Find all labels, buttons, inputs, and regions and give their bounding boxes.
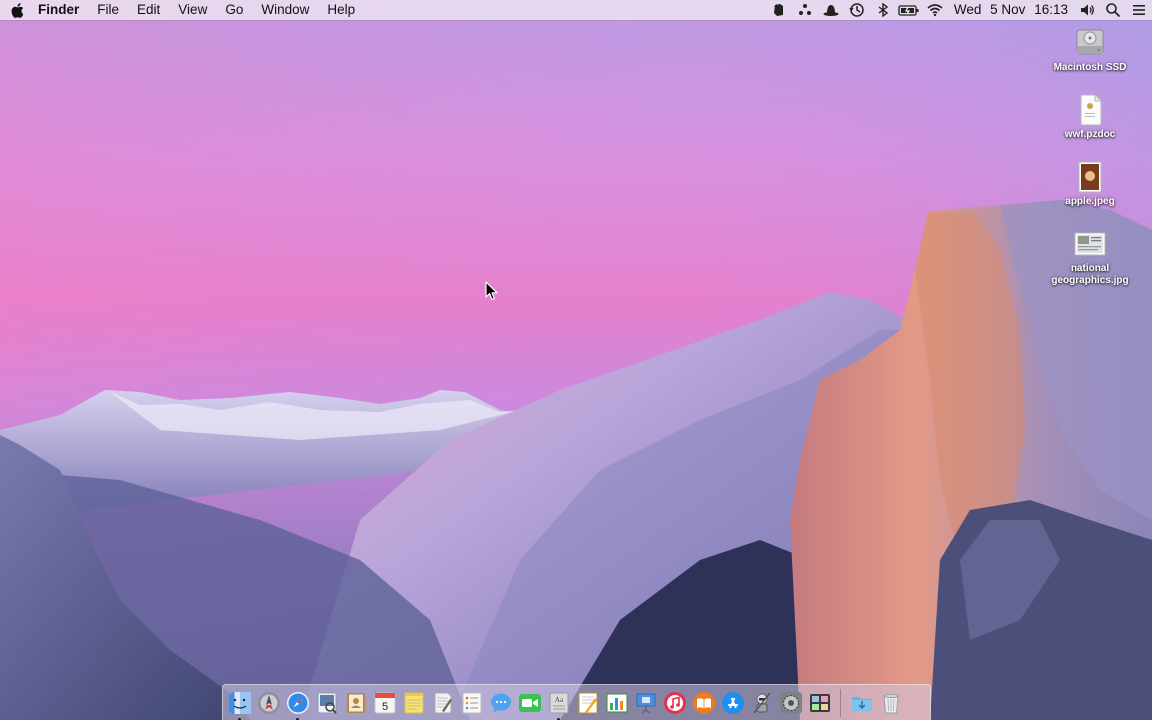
menu-bar-clock[interactable]: Wed 5 Nov 16:13 [948,0,1074,20]
numbers-icon [606,693,627,712]
dock-downloads-stack[interactable] [847,688,876,718]
svg-text:5: 5 [381,701,387,713]
dock-itunes[interactable] [660,688,689,718]
evernote-icon[interactable] [766,0,792,20]
dock-safari[interactable] [283,688,312,720]
dock-finder[interactable] [225,688,254,720]
safari-icon [286,691,309,714]
image-file-icon [1073,160,1107,194]
mouse-cursor-icon [485,281,498,301]
clock-time: 16:13 [1034,2,1068,17]
dock-photo-booth[interactable] [805,688,834,718]
menu-edit[interactable]: Edit [128,0,169,20]
bluetooth-icon[interactable] [870,0,896,20]
system-preferences-icon [779,691,802,714]
desktop-icon-label: Macintosh SSD [1053,62,1127,73]
document-icon [1073,93,1107,127]
desktop-icon-macintosh-ssd[interactable]: Macintosh SSD [1044,26,1136,74]
dictionary-icon: Aa [549,692,568,713]
itunes-icon [663,691,686,714]
menu-file[interactable]: File [88,0,128,20]
automator-icon [752,692,771,713]
dock-messages[interactable] [486,688,515,718]
notes-icon [404,692,423,713]
svg-text:Aa: Aa [554,696,563,704]
dots-icon[interactable] [792,0,818,20]
menu-window[interactable]: Window [252,0,318,20]
finder-icon [228,691,251,714]
spotlight-search-icon[interactable] [1100,0,1126,20]
calendar-icon: 5 [374,692,395,713]
wifi-icon[interactable] [922,0,948,20]
desktop-icon-apple-jpeg[interactable]: apple.jpeg [1044,160,1136,208]
dock-system-preferences[interactable] [776,688,805,718]
facetime-icon [518,693,541,712]
menu-bar-left: Finder File Edit View Go Window Help [0,0,364,20]
dock-app-store[interactable] [718,688,747,718]
dock-reminders[interactable] [457,688,486,718]
battery-icon[interactable] [896,0,922,20]
dock-textedit[interactable] [428,688,457,718]
apple-logo-icon[interactable] [0,0,34,20]
trash-icon [882,693,899,713]
dock-pages[interactable] [573,688,602,718]
menu-app-finder[interactable]: Finder [34,0,88,20]
dock-automator[interactable] [747,688,776,718]
desktop-wallpaper [0,0,1152,720]
dock-separator [840,688,841,717]
desktop-icon-label: national geographics.jpg [1051,263,1129,286]
preview-icon [317,692,337,714]
contacts-icon [346,692,365,713]
clock-date: 5 Nov [990,2,1026,17]
pages-icon [578,692,597,713]
launchpad-icon [257,691,280,714]
menu-bar-right: Wed 5 Nov 16:13 [766,0,1152,20]
messages-icon [490,693,511,713]
keynote-icon [636,693,655,714]
dock-facetime[interactable] [515,688,544,718]
dock-ibooks[interactable] [689,688,718,718]
dock-dictionary[interactable]: Aa [544,688,573,720]
desktop-icon-label: apple.jpeg [1065,196,1115,207]
textedit-icon [434,692,452,713]
volume-icon[interactable] [1074,0,1100,20]
photo-booth-icon [809,693,830,712]
dock-calendar[interactable]: 5 [370,688,399,718]
hat-icon[interactable] [818,0,844,20]
dock-preview[interactable] [312,688,341,718]
hard-drive-icon [1073,26,1107,60]
menu-go[interactable]: Go [216,0,252,20]
app-store-icon [721,691,744,714]
dock-contacts[interactable] [341,688,370,718]
reminders-icon [462,692,481,713]
dock-notes[interactable] [399,688,428,718]
desktop-icon-national-geographics[interactable]: national geographics.jpg [1044,227,1136,287]
dock-trash[interactable] [876,688,905,718]
menu-help[interactable]: Help [318,0,364,20]
desktop-icon-label: wwf.pzdoc [1064,129,1116,140]
dock: 5 Aa [222,684,931,720]
notification-center-icon[interactable] [1126,0,1152,20]
time-machine-icon[interactable] [844,0,870,20]
dock-keynote[interactable] [631,688,660,718]
downloads-folder-icon [851,696,872,711]
menu-view[interactable]: View [169,0,216,20]
image-file-icon [1073,227,1107,261]
dock-numbers[interactable] [602,688,631,718]
ibooks-icon [692,691,715,714]
apple-logo-icon-glyph [11,2,23,18]
menu-bar: Finder File Edit View Go Window Help Wed… [0,0,1152,20]
desktop-icon-wwf-pzdoc[interactable]: wwf.pzdoc [1044,93,1136,141]
dock-launchpad[interactable] [254,688,283,718]
clock-day: Wed [953,2,982,17]
